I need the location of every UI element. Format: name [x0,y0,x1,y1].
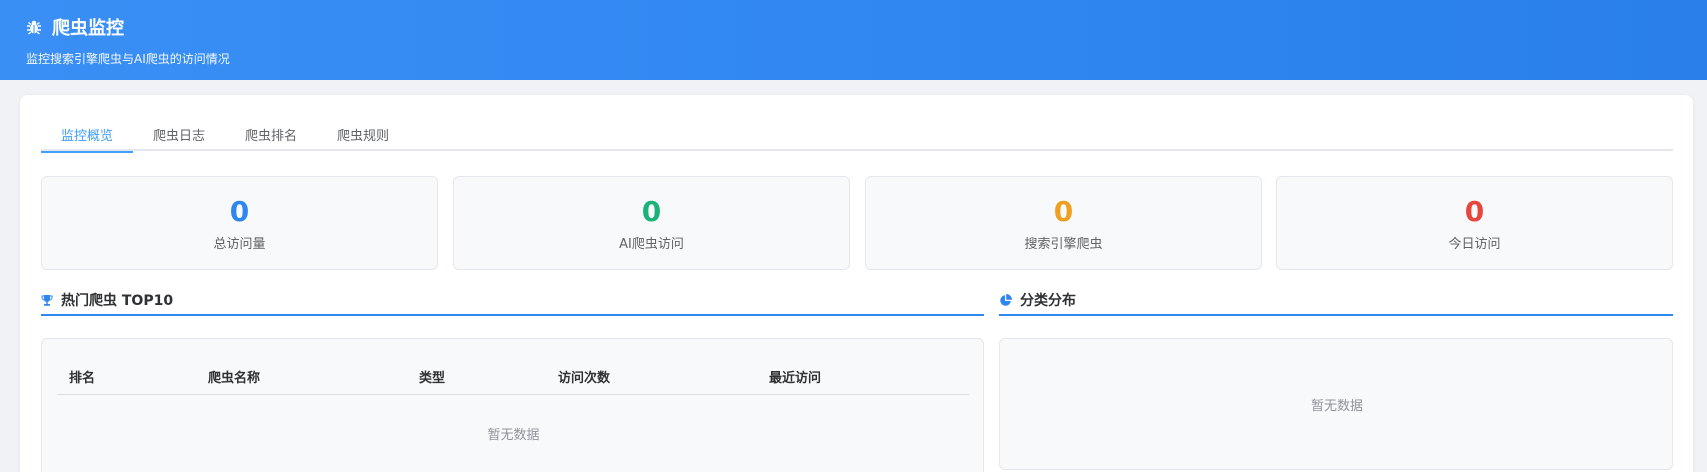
tab-crawler-ranking[interactable]: 爬虫排名 [225,117,317,151]
tab-crawler-rules[interactable]: 爬虫规则 [317,117,409,151]
main-card: 监控概览 爬虫日志 爬虫排名 爬虫规则 0 总访问量 0 AI爬虫访问 0 搜索… [20,95,1693,472]
stat-label-ai-crawler: AI爬虫访问 [619,237,684,252]
stat-card-search-engine: 0 搜索引擎爬虫 [865,176,1262,270]
stat-card-today-visits: 0 今日访问 [1276,176,1673,270]
distribution-empty-text: 暂无数据 [1310,399,1363,414]
distribution-chart-panel: 暂无数据 [999,338,1673,470]
bug-icon [27,20,41,35]
top10-empty-text: 暂无数据 [487,428,540,443]
top10-title: 热门爬虫 TOP10 [61,293,174,309]
stat-card-total-visits: 0 总访问量 [41,176,438,270]
column-header-last-visit[interactable]: 最近访问 [769,367,821,386]
stat-label-total-visits: 总访问量 [213,237,266,252]
column-header-rank[interactable]: 排名 [69,367,95,386]
tab-crawler-logs[interactable]: 爬虫日志 [133,117,225,151]
stat-card-ai-crawler: 0 AI爬虫访问 [453,176,850,270]
stat-value-today-visits: 0 [1464,195,1485,228]
table-header-row: 排名 爬虫名称 类型 访问次数 最近访问 [57,357,969,395]
trophy-icon [41,294,53,306]
stat-label-search-engine: 搜索引擎爬虫 [1024,237,1103,252]
top10-table-panel: 排名 爬虫名称 类型 访问次数 最近访问 暂无数据 [41,338,984,472]
tab-overview[interactable]: 监控概览 [41,117,133,153]
stat-label-today-visits: 今日访问 [1448,237,1501,252]
distribution-section-header: 分类分布 [999,286,1673,316]
column-header-visit-count[interactable]: 访问次数 [558,367,610,386]
distribution-title: 分类分布 [1020,293,1076,309]
column-header-crawler-name[interactable]: 爬虫名称 [208,367,260,386]
column-header-type[interactable]: 类型 [419,367,445,386]
page-subtitle: 监控搜索引擎爬虫与AI爬虫的访问情况 [26,52,230,66]
top10-section-header: 热门爬虫 TOP10 [41,286,984,316]
tab-bar: 监控概览 爬虫日志 爬虫排名 爬虫规则 [41,117,1673,153]
pie-chart-icon [1000,293,1012,306]
stat-value-total-visits: 0 [229,195,250,228]
stat-value-search-engine: 0 [1053,195,1074,228]
stats-row: 0 总访问量 0 AI爬虫访问 0 搜索引擎爬虫 0 今日访问 [41,176,1673,270]
page-title-row: 爬虫监控 [26,14,1681,40]
page-title: 爬虫监控 [52,18,124,39]
page-header: 爬虫监控 监控搜索引擎爬虫与AI爬虫的访问情况 [0,0,1707,80]
stat-value-ai-crawler: 0 [641,195,662,228]
